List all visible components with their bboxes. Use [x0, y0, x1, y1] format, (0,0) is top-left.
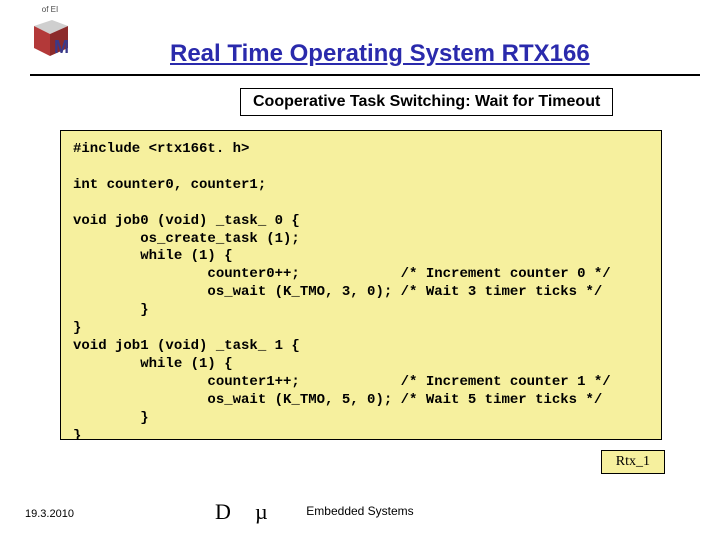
footer-center: Embedded Systems	[0, 504, 720, 518]
tag-text: Rtx_1	[616, 454, 650, 469]
title-rule	[30, 74, 700, 76]
code-content: #include <rtx166t. h> int counter0, coun…	[73, 141, 611, 440]
page-title: Real Time Operating System RTX166	[170, 40, 590, 68]
tag-box: Rtx_1	[601, 450, 665, 474]
code-box: #include <rtx166t. h> int counter0, coun…	[60, 130, 662, 440]
logo-top-label: of EI	[20, 5, 80, 14]
subtitle-box: Cooperative Task Switching: Wait for Tim…	[240, 88, 613, 116]
logo-letter: M	[54, 37, 69, 58]
subtitle-text: Cooperative Task Switching: Wait for Tim…	[253, 93, 600, 110]
logo: of EI M	[20, 5, 80, 56]
